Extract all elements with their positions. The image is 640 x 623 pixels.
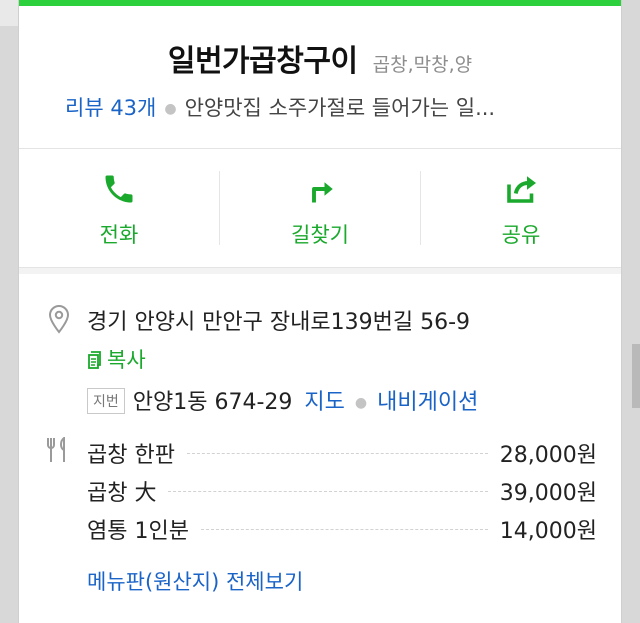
share-label: 공유 [501, 223, 541, 247]
place-category: 곱창,막창,양 [372, 54, 473, 76]
directions-icon [312, 182, 333, 203]
menu-item: 염통 1인분 14,000원 [87, 510, 597, 548]
lot-address: 안양1동 674-29 [132, 390, 293, 415]
menu-item-price: 39,000원 [499, 481, 597, 506]
review-count-link[interactable]: 리뷰 43개 [65, 96, 156, 120]
leader-dots [168, 490, 488, 492]
section-divider [19, 267, 621, 274]
menu-item-price: 28,000원 [499, 443, 597, 468]
leader-dots [186, 452, 488, 454]
background-edge [0, 0, 18, 26]
separator-dot: ● [164, 101, 177, 117]
share-button[interactable]: 공유 [421, 149, 621, 267]
separator-dot: ● [354, 395, 368, 411]
directions-label: 길찾기 [291, 223, 349, 247]
menu-item: 곱창 한판 28,000원 [87, 434, 597, 472]
place-description[interactable]: 안양맛집 소주가절로 들어가는 일... [185, 96, 496, 120]
map-link[interactable]: 지도 [304, 390, 344, 415]
menu-list: 곱창 한판 28,000원 곱창 大 39,000원 염통 1인분 14,000… [87, 434, 597, 548]
copy-icon [88, 351, 101, 369]
road-address: 경기 안양시 만안구 장내로139번길 56-9 [87, 310, 471, 335]
leader-dots [200, 528, 488, 530]
lot-address-row: 지번 안양1동 674-29 지도 ● 내비게이션 [87, 384, 478, 416]
fork-knife-icon [47, 437, 65, 462]
call-label: 전화 [99, 223, 139, 247]
menu-item-name: 곱창 한판 [87, 443, 175, 468]
navigation-link[interactable]: 내비게이션 [377, 390, 478, 415]
menu-item: 곱창 大 39,000원 [87, 472, 597, 510]
place-card: 일번가곱창구이 곱창,막창,양 리뷰 43개 ● 안양맛집 소주가절로 들어가는 일… [18, 0, 622, 623]
menu-item-name: 염통 1인분 [87, 519, 189, 544]
action-bar: 전화 길찾기 공유 [19, 149, 621, 267]
place-header: 일번가곱창구이 곱창,막창,양 리뷰 43개 ● 안양맛집 소주가절로 들어가는 일… [19, 6, 621, 148]
full-menu-link[interactable]: 메뉴판(원산지) 전체보기 [87, 566, 303, 596]
title-row: 일번가곱창구이 곱창,막창,양 [19, 36, 621, 80]
place-title[interactable]: 일번가곱창구이 [168, 44, 358, 79]
phone-icon [105, 175, 133, 203]
scrollbar-thumb[interactable] [632, 344, 640, 408]
lot-number-badge: 지번 [87, 388, 125, 414]
copy-address-button[interactable]: 복사 [87, 344, 146, 374]
directions-button[interactable]: 길찾기 [220, 149, 420, 267]
menu-item-price: 14,000원 [499, 519, 597, 544]
place-info: 경기 안양시 만안구 장내로139번길 56-9 복사 지번 안양1동 674-2… [19, 274, 621, 623]
summary-row: 리뷰 43개 ● 안양맛집 소주가절로 들어가는 일... [65, 92, 605, 122]
share-icon [507, 176, 536, 203]
copy-label: 복사 [107, 348, 146, 372]
call-button[interactable]: 전화 [19, 149, 219, 267]
location-pin-icon [48, 305, 70, 334]
menu-item-name: 곱창 大 [87, 481, 157, 506]
